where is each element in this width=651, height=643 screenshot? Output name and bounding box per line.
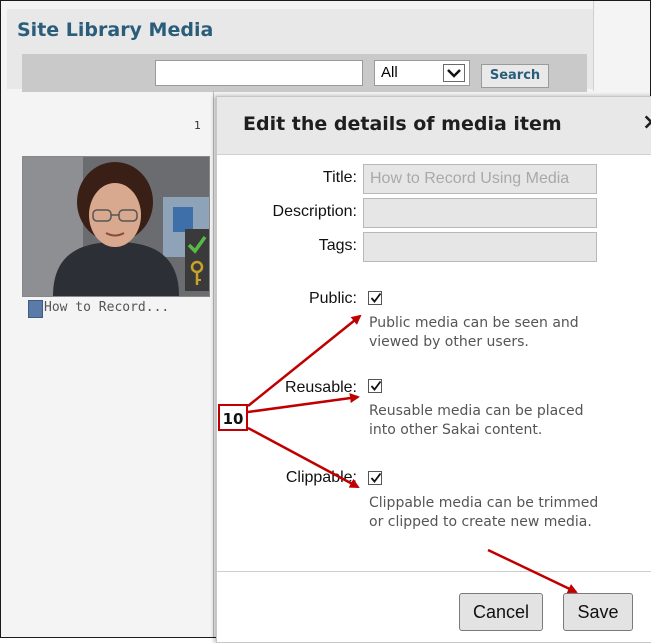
divider — [213, 91, 214, 637]
checkmark-icon — [370, 292, 382, 303]
media-thumbnail[interactable] — [22, 156, 210, 297]
chevron-down-icon[interactable] — [443, 64, 465, 82]
search-bar: All Search — [22, 54, 587, 92]
description-field[interactable] — [363, 198, 597, 228]
reusable-checkbox[interactable] — [368, 379, 382, 393]
public-description: Public media can be seen and viewed by o… — [369, 314, 649, 352]
library-header: Site Library Media All Search — [7, 9, 593, 92]
filter-select[interactable]: All — [374, 60, 470, 86]
search-button[interactable]: Search — [481, 64, 549, 88]
divider — [593, 1, 594, 91]
close-icon[interactable]: × — [642, 110, 651, 135]
filter-select-value: All — [381, 64, 398, 81]
tags-field-value — [364, 233, 596, 243]
library-title: Site Library Media — [17, 19, 214, 41]
checkmark-icon — [370, 472, 382, 483]
description-field-value — [364, 199, 596, 209]
reusable-label: Reusable: — [284, 379, 357, 396]
cancel-button[interactable]: Cancel — [459, 593, 543, 631]
check-icon — [187, 235, 207, 254]
title-field-value: How to Record Using Media — [370, 170, 570, 187]
video-preview-image — [23, 157, 209, 296]
search-input[interactable] — [155, 60, 363, 86]
clippable-checkbox[interactable] — [368, 471, 382, 485]
reusable-description: Reusable media can be placed into other … — [369, 402, 649, 440]
page-number[interactable]: 1 — [194, 119, 201, 132]
film-icon — [28, 300, 43, 318]
edit-media-dialog: Edit the details of media item × Title: … — [216, 96, 651, 643]
clippable-description: Clippable media can be trimmed or clippe… — [369, 494, 649, 532]
title-label: Title: — [322, 169, 357, 186]
reusable-description-line: Reusable media can be placed — [369, 403, 584, 419]
public-description-line: viewed by other users. — [369, 334, 529, 350]
key-icon — [190, 260, 204, 285]
clippable-description-line: or clipped to create new media. — [369, 514, 592, 530]
clippable-label: Clippable: — [285, 469, 357, 486]
clippable-description-line: Clippable media can be trimmed — [369, 495, 599, 511]
media-item-label[interactable]: How to Record... — [25, 300, 170, 318]
public-description-line: Public media can be seen and — [369, 315, 579, 331]
title-field[interactable]: How to Record Using Media — [363, 164, 597, 194]
dialog-footer-divider — [217, 571, 651, 572]
reusable-description-line: into other Sakai content. — [369, 422, 543, 438]
dialog-header: Edit the details of media item × — [217, 97, 651, 155]
callout-number-box: 10 — [218, 404, 248, 431]
tags-field[interactable] — [363, 232, 597, 262]
checkmark-icon — [370, 380, 382, 391]
description-label: Description: — [272, 203, 357, 220]
tags-label: Tags: — [318, 237, 357, 254]
media-item-title: How to Record... — [44, 300, 170, 315]
save-button[interactable]: Save — [563, 593, 633, 631]
badge-strip — [185, 229, 209, 291]
public-label: Public: — [308, 290, 357, 307]
public-checkbox[interactable] — [368, 291, 382, 305]
dialog-title: Edit the details of media item — [243, 113, 562, 135]
